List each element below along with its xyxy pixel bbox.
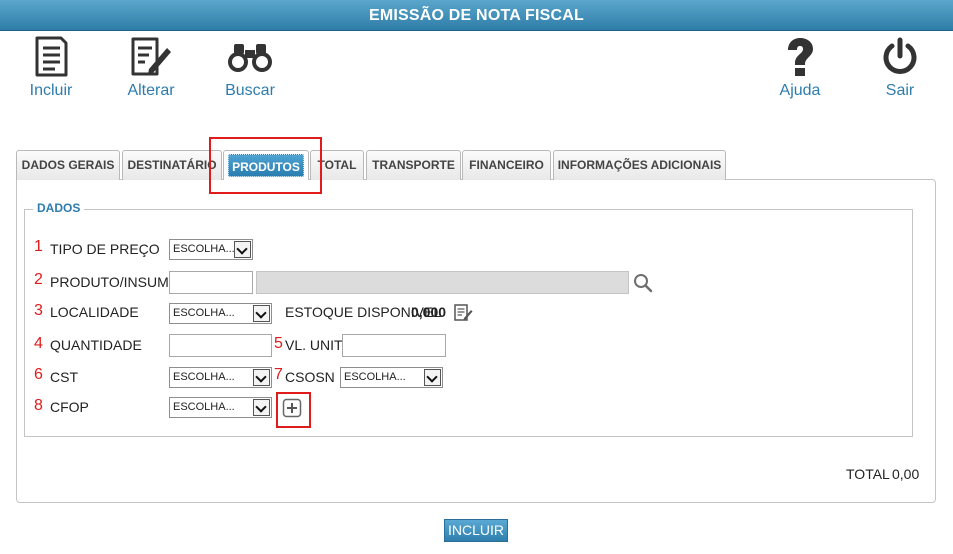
quantidade-input[interactable] (169, 334, 272, 357)
alterar-label: Alterar (127, 82, 175, 99)
field-number-2: 2 (34, 271, 43, 288)
window-title: EMISSÃO DE NOTA FISCAL (0, 0, 953, 31)
chevron-down-icon (234, 241, 251, 258)
vl-unit-input[interactable] (342, 334, 446, 357)
field-number-1: 1 (34, 238, 43, 255)
field-number-7: 7 (274, 366, 283, 383)
field-number-3: 3 (34, 302, 43, 319)
tipo-preco-select[interactable]: ESCOLHA... (169, 239, 253, 260)
total-value: 0,00 (892, 466, 920, 482)
sair-label: Sair (885, 82, 915, 99)
cfop-label: CFOP (50, 399, 89, 415)
tab-financeiro[interactable]: FINANCEIRO (462, 150, 551, 180)
chevron-down-icon (253, 399, 270, 416)
localidade-value: ESCOLHA... (173, 307, 235, 319)
field-number-5: 5 (274, 335, 283, 352)
tab-produtos[interactable]: PRODUTOS (223, 150, 309, 180)
csosn-label: CSOSN (285, 369, 335, 385)
edit-document-icon (131, 37, 171, 76)
tab-dados-gerais[interactable]: DADOS GERAIS (16, 150, 120, 180)
stock-details-icon[interactable] (453, 303, 473, 323)
tab-produtos-label: PRODUTOS (228, 154, 304, 177)
add-cfop-icon[interactable] (282, 398, 302, 418)
localidade-label: LOCALIDADE (50, 304, 139, 320)
vl-unit-label: VL. UNIT (285, 337, 343, 353)
binoculars-icon (228, 44, 272, 72)
quantidade-label: QUANTIDADE (50, 337, 142, 353)
power-icon (883, 37, 917, 74)
produto-description-input (256, 271, 629, 294)
tipo-preco-value: ESCOLHA... (173, 243, 235, 255)
csosn-select[interactable]: ESCOLHA... (340, 367, 443, 388)
chevron-down-icon (424, 369, 441, 386)
ajuda-label: Ajuda (779, 82, 821, 99)
estoque-value: 0,000 (411, 304, 447, 320)
csosn-value: ESCOLHA... (344, 371, 406, 383)
cst-value: ESCOLHA... (173, 371, 235, 383)
incluir-button[interactable]: Incluir (15, 32, 87, 102)
field-number-6: 6 (34, 366, 43, 383)
cfop-select[interactable]: ESCOLHA... (169, 397, 272, 418)
cfop-value: ESCOLHA... (173, 401, 235, 413)
produto-label: PRODUTO/INSUMO (50, 274, 180, 290)
cst-select[interactable]: ESCOLHA... (169, 367, 272, 388)
alterar-button[interactable]: Alterar (115, 32, 187, 102)
localidade-select[interactable]: ESCOLHA... (169, 303, 272, 324)
tipo-preco-label: TIPO DE PREÇO (50, 241, 160, 257)
search-icon[interactable] (633, 273, 653, 293)
incluir-item-button[interactable]: INCLUIR (444, 519, 508, 542)
dados-legend: DADOS (33, 201, 85, 215)
tab-total[interactable]: TOTAL (310, 150, 364, 180)
ajuda-button[interactable]: Ajuda (764, 32, 836, 102)
chevron-down-icon (253, 369, 270, 386)
cst-label: CST (50, 369, 78, 385)
question-icon (788, 38, 813, 76)
produto-code-input[interactable] (169, 271, 253, 294)
total-label: TOTAL (846, 466, 890, 482)
field-number-4: 4 (34, 335, 43, 352)
tab-transporte[interactable]: TRANSPORTE (366, 150, 461, 180)
buscar-button[interactable]: Buscar (214, 32, 286, 102)
chevron-down-icon (253, 305, 270, 322)
incluir-label: Incluir (29, 82, 73, 99)
tab-informacoes-adicionais[interactable]: INFORMAÇÕES ADICIONAIS (553, 150, 726, 180)
document-icon (35, 36, 68, 77)
field-number-8: 8 (34, 397, 43, 414)
buscar-label: Buscar (225, 82, 275, 99)
sair-button[interactable]: Sair (864, 32, 936, 102)
tab-destinatario[interactable]: DESTINATÁRIO (122, 150, 222, 180)
